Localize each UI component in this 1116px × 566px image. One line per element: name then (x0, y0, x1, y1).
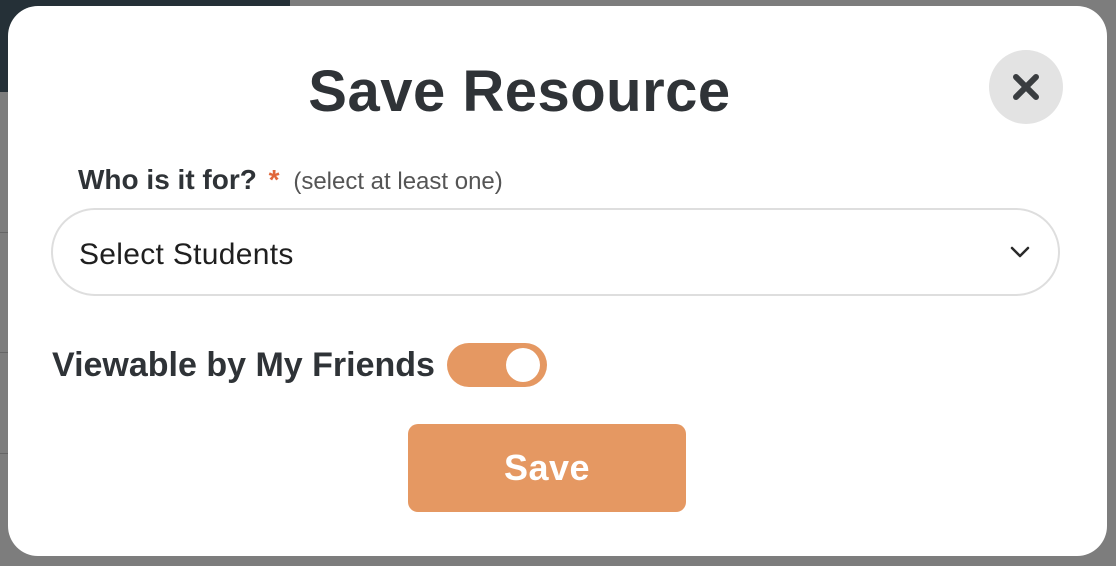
save-button[interactable]: Save (408, 424, 686, 512)
close-button[interactable] (989, 50, 1063, 124)
save-resource-modal: Save Resource Who is it for? * (select a… (8, 6, 1107, 556)
viewable-by-friends-label: Viewable by My Friends (52, 345, 435, 384)
toggle-knob (505, 348, 540, 382)
modal-title: Save Resource (308, 59, 731, 124)
required-marker: * (268, 164, 280, 195)
audience-hint: (select at least one) (293, 168, 503, 195)
audience-label-text: Who is it for? (78, 164, 257, 195)
close-icon (1013, 74, 1039, 100)
audience-field-label: Who is it for? * (select at least one) (78, 164, 503, 196)
select-students-dropdown[interactable]: Select Students (51, 208, 1060, 296)
select-students-value: Select Students (79, 238, 294, 271)
chevron-down-icon (1010, 246, 1030, 258)
viewable-by-friends-toggle[interactable] (446, 343, 547, 387)
viewable-by-friends-row: Viewable by My Friends (52, 342, 547, 388)
